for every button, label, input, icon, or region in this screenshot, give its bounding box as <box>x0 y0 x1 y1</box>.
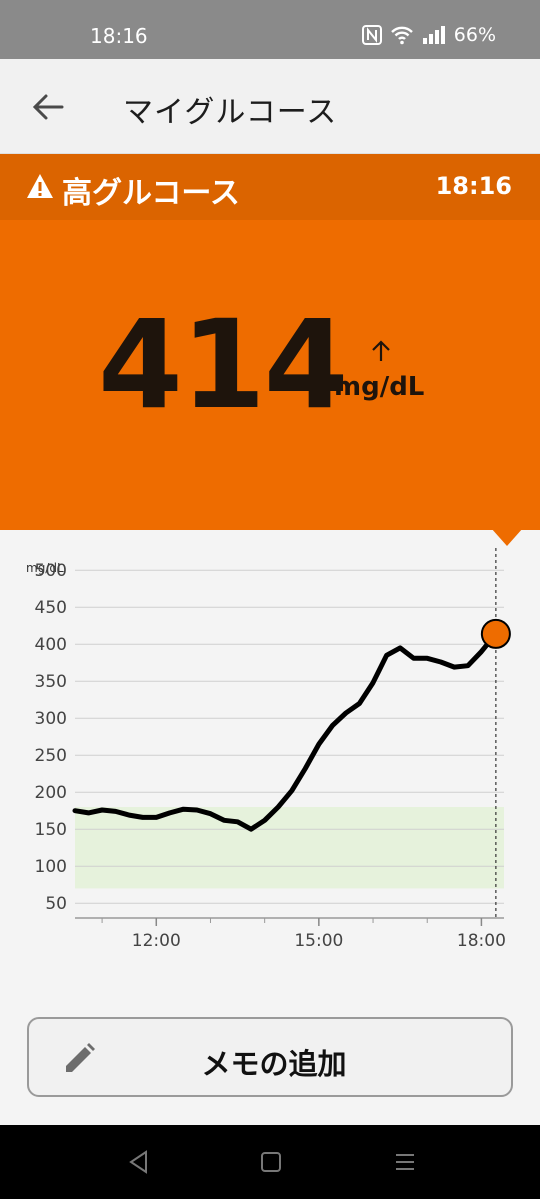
alert-time: 18:16 <box>435 172 512 200</box>
status-time: 18:16 <box>90 24 148 48</box>
y-tick-label: 150 <box>35 820 67 840</box>
warning-icon <box>27 174 53 198</box>
x-tick-label: 12:00 <box>132 931 181 951</box>
y-tick-label: 500 <box>35 561 67 581</box>
y-tick-label: 450 <box>35 598 67 618</box>
nfc-icon <box>361 25 382 45</box>
arrow-up-icon <box>372 340 390 361</box>
home-square-icon[interactable] <box>256 1147 286 1177</box>
recents-menu-icon[interactable] <box>390 1147 420 1177</box>
glucose-series-line <box>72 631 499 832</box>
battery-level: 66% <box>453 24 496 46</box>
page-title: マイグルコース <box>123 95 338 130</box>
add-memo-label: メモの追加 <box>201 1047 347 1081</box>
signal-icon <box>422 26 445 44</box>
glucose-value: 414 <box>98 294 349 436</box>
alert-title: 高グルコース <box>62 176 240 211</box>
x-tick-label: 18:00 <box>457 931 506 951</box>
y-tick-label: 100 <box>35 857 67 877</box>
status-bar: 18:16 66% <box>0 0 540 59</box>
current-reading-pointer <box>491 528 523 546</box>
y-tick-label: 50 <box>45 894 67 914</box>
navigation-bar <box>0 1125 540 1199</box>
add-memo-button[interactable]: メモの追加 <box>27 1017 513 1097</box>
app-bar: マイグルコース <box>0 59 540 154</box>
arrow-left-icon[interactable] <box>26 85 70 129</box>
glucose-reading-panel: 414 mg/dL <box>0 220 540 530</box>
alert-bar: 高グルコース 18:16 <box>0 154 540 220</box>
glucose-unit: mg/dL <box>334 372 425 402</box>
status-icons: 66% <box>361 24 496 46</box>
y-tick-label: 200 <box>35 783 67 803</box>
y-tick-label: 350 <box>35 672 67 692</box>
back-triangle-icon[interactable] <box>124 1147 154 1177</box>
y-tick-label: 300 <box>35 709 67 729</box>
wifi-icon <box>390 26 413 45</box>
y-tick-label: 250 <box>35 746 67 766</box>
current-reading-marker <box>480 618 511 649</box>
x-tick-label: 15:00 <box>294 931 343 951</box>
y-tick-label: 400 <box>35 635 67 655</box>
glucose-chart: mg/dL5004504003503002502001501005012:00 1… <box>26 548 511 951</box>
